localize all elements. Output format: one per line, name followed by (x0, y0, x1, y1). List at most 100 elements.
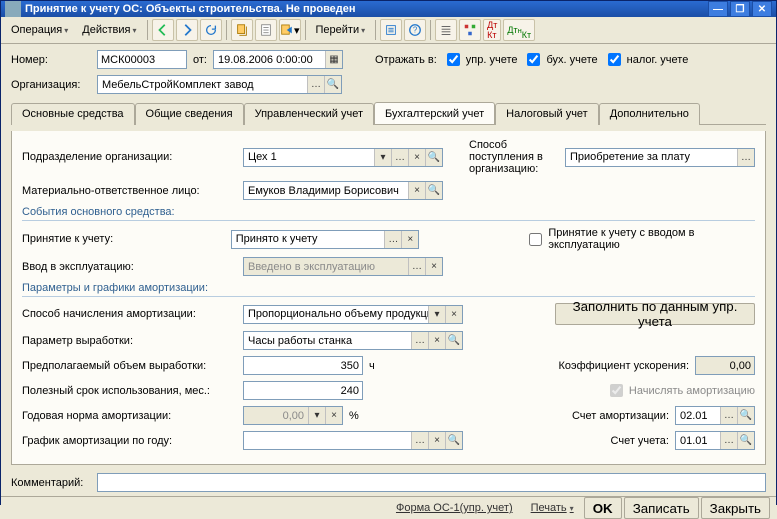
comment-field[interactable] (97, 473, 766, 492)
lookup-icon[interactable]: 🔍 (445, 332, 462, 349)
close-button[interactable]: ✕ (752, 1, 772, 17)
amort-account-field[interactable]: 02.01 … 🔍 (675, 406, 755, 425)
chk-calc-amort: Начислять амортизацию (606, 381, 755, 400)
lookup-icon[interactable]: 🔍 (324, 76, 341, 93)
maximize-button[interactable]: ❐ (730, 1, 750, 17)
tab-tax[interactable]: Налоговый учет (495, 103, 599, 125)
clear-icon[interactable]: × (401, 231, 418, 248)
expected-label: Предполагаемый объем выработки: (22, 360, 237, 372)
ellipsis-icon[interactable]: … (384, 231, 401, 248)
lookup-icon[interactable]: 🔍 (737, 432, 754, 449)
chk-accept-with-commission[interactable]: Принятие к учету с вводом в эксплуатацию (525, 227, 755, 251)
useful-field[interactable] (243, 381, 363, 400)
dropdown-icon[interactable]: ▾ (374, 149, 391, 166)
ellipsis-icon[interactable]: … (411, 432, 428, 449)
lookup-icon[interactable]: 🔍 (425, 149, 442, 166)
account-field[interactable]: 01.01 … 🔍 (675, 431, 755, 450)
accept-label: Принятие к учету: (22, 233, 225, 245)
way-field[interactable]: Приобретение за плату … (565, 148, 755, 167)
print-menu[interactable]: Печать▾ (523, 502, 582, 514)
number-field[interactable] (97, 50, 187, 69)
svg-text:?: ? (413, 26, 418, 35)
post-and-close-icon[interactable]: ▾ (279, 19, 301, 41)
help-icon[interactable]: ? (404, 19, 426, 41)
org-field[interactable]: МебельСтройКомплект завод … 🔍 (97, 75, 342, 94)
settings-icon[interactable] (380, 19, 402, 41)
tab-main-assets[interactable]: Основные средства (11, 103, 135, 125)
calendar-icon[interactable]: ▦ (325, 51, 342, 68)
tab-management[interactable]: Управленческий учет (244, 103, 374, 125)
window-title: Принятие к учету ОС: Объекты строительст… (25, 3, 708, 15)
close-footer-button[interactable]: Закрыть (701, 497, 770, 519)
menu-actions[interactable]: Действия▾ (76, 22, 142, 38)
comment-label: Комментарий: (11, 477, 91, 489)
commission-field: Введено в эксплуатацию … × (243, 257, 443, 276)
number-label: Номер: (11, 54, 91, 66)
refresh-icon[interactable] (200, 19, 222, 41)
commission-label: Ввод в эксплуатацию: (22, 261, 237, 273)
mol-label: Материально-ответственное лицо: (22, 185, 237, 197)
ellipsis-icon[interactable]: … (720, 407, 737, 424)
list-icon[interactable] (435, 19, 457, 41)
dkn-icon[interactable]: ДтнКт (503, 19, 535, 41)
annual-field: 0,00 ▾ × (243, 406, 343, 425)
from-label: от: (193, 54, 207, 66)
menu-operation[interactable]: Операция▾ (5, 22, 74, 38)
dk-icon[interactable]: ДтКт (483, 19, 501, 41)
date-field[interactable]: 19.08.2006 0:00:00 ▦ (213, 50, 343, 69)
reflect-label: Отражать в: (375, 54, 437, 66)
schedule-field[interactable]: … × 🔍 (243, 431, 463, 450)
arrow-right-icon[interactable] (176, 19, 198, 41)
tab-bar: Основные средства Общие сведения Управле… (11, 102, 766, 125)
lookup-icon[interactable]: 🔍 (737, 407, 754, 424)
minimize-button[interactable]: — (708, 1, 728, 17)
app-icon (5, 1, 21, 17)
ellipsis-icon[interactable]: … (720, 432, 737, 449)
expected-field[interactable] (243, 356, 363, 375)
annual-unit: % (349, 410, 359, 422)
useful-label: Полезный срок использования, мес.: (22, 385, 237, 397)
arrow-left-icon[interactable] (152, 19, 174, 41)
ellipsis-icon[interactable]: … (307, 76, 324, 93)
chk-upr[interactable]: упр. учете (443, 50, 518, 69)
clear-icon[interactable]: × (445, 306, 462, 323)
clear-icon[interactable]: × (428, 332, 445, 349)
dropdown-icon[interactable]: ▾ (428, 306, 445, 323)
way-label: Способ поступления в организацию: (469, 139, 559, 175)
clear-icon: × (325, 407, 342, 424)
tab-extra[interactable]: Дополнительно (599, 103, 700, 125)
clear-icon[interactable]: × (428, 432, 445, 449)
events-title: События основного средства: (22, 206, 755, 221)
param-field[interactable]: Часы работы станка … × 🔍 (243, 331, 463, 350)
accept-field[interactable]: Принято к учету … × (231, 230, 420, 249)
tree-icon[interactable] (459, 19, 481, 41)
chk-nal[interactable]: налог. учете (604, 50, 689, 69)
clear-icon: × (425, 258, 442, 275)
mol-field[interactable]: Емуков Владимир Борисович × 🔍 (243, 181, 443, 200)
lookup-icon[interactable]: 🔍 (445, 432, 462, 449)
tab-general[interactable]: Общие сведения (135, 103, 244, 125)
amort-method-field[interactable]: Пропорционально объему продукции (работ … (243, 305, 463, 324)
ellipsis-icon[interactable]: … (411, 332, 428, 349)
schedule-label: График амортизации по году: (22, 435, 237, 447)
tab-accounting[interactable]: Бухгалтерский учет (374, 102, 495, 124)
ok-button[interactable]: OK (584, 497, 622, 519)
chk-buh[interactable]: бух. учете (523, 50, 597, 69)
post-icon[interactable] (231, 19, 253, 41)
menu-goto[interactable]: Перейти▾ (310, 22, 372, 38)
ellipsis-icon[interactable]: … (391, 149, 408, 166)
menubar: Операция▾ Действия▾ ▾ Перейти▾ ? ДтКт Дт… (1, 17, 776, 44)
amort-account-label: Счет амортизации: (572, 410, 669, 422)
document-icon[interactable] (255, 19, 277, 41)
clear-icon[interactable]: × (408, 149, 425, 166)
lookup-icon[interactable]: 🔍 (425, 182, 442, 199)
save-button[interactable]: Записать (624, 497, 699, 519)
ellipsis-icon[interactable]: … (737, 149, 754, 166)
fill-from-upr-button[interactable]: Заполнить по данным упр. учета (555, 303, 755, 325)
amort-method-label: Способ начисления амортизации: (22, 308, 237, 320)
clear-icon[interactable]: × (408, 182, 425, 199)
subdiv-label: Подразделение организации: (22, 151, 237, 163)
subdiv-field[interactable]: Цех 1 ▾ … × 🔍 (243, 148, 443, 167)
dropdown-icon: ▾ (308, 407, 325, 424)
form-os1-link[interactable]: Форма ОС-1(упр. учет) (388, 502, 521, 514)
